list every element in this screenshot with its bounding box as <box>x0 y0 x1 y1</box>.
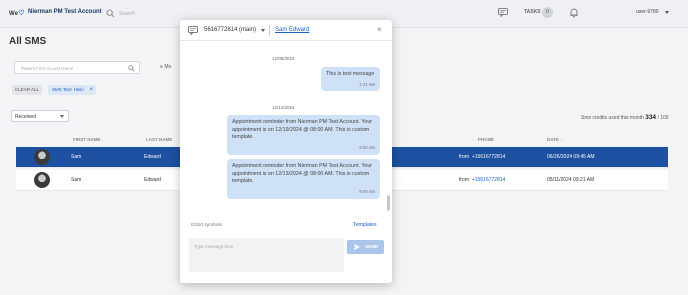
date-cell: 05/11/2024 09:21 AM <box>547 177 595 183</box>
composer-meta: 0/320 symbols Templates <box>180 220 392 232</box>
tasks-label[interactable]: TASKS <box>524 9 541 15</box>
avatar <box>34 172 50 188</box>
date-separator: 12/05/2024 <box>272 56 295 61</box>
user-menu[interactable]: user-9780 <box>636 9 659 15</box>
column-header-last-name[interactable]: LAST NAME <box>146 137 172 142</box>
chat-icon[interactable] <box>498 8 508 17</box>
chat-icon <box>188 26 198 35</box>
send-icon <box>354 244 360 250</box>
date-cell: 06/26/2024 09:45 AM <box>547 154 595 160</box>
message-bubble: Appointment reminder from Nierman PM Tes… <box>227 115 380 155</box>
phone-link[interactable]: +15616772814 <box>472 154 506 160</box>
global-search[interactable]: Search <box>106 7 166 20</box>
message-input[interactable]: Type message here <box>189 238 344 272</box>
message-thread[interactable]: 12/05/2024 This is test message 4:31 AM … <box>180 42 392 214</box>
search-icon <box>128 65 135 72</box>
direction-select-value: Received <box>15 114 36 120</box>
first-name-cell: Sam <box>71 154 82 160</box>
column-header-first-name[interactable]: FIRST NAME <box>73 137 101 142</box>
message-bubble: Appointment reminder from Nierman PM Tes… <box>227 159 380 199</box>
chevron-down-icon <box>60 115 64 118</box>
search-icon <box>106 9 115 18</box>
header-divider <box>269 25 270 36</box>
direction-select[interactable]: Received <box>11 110 69 122</box>
arrow-down-icon: ↓ <box>560 137 563 142</box>
patient-name-filter[interactable]: Patient First or Last Name <box>14 61 140 74</box>
close-icon[interactable]: × <box>377 26 382 34</box>
templates-link[interactable]: Templates <box>353 222 377 228</box>
avatar <box>34 149 50 165</box>
page-title: All SMS <box>9 36 47 47</box>
sender-number-select[interactable]: 5616772814 (main) <box>204 27 256 33</box>
clear-all-button[interactable]: CLEAR ALL <box>12 85 42 95</box>
column-header-date[interactable]: DATE ↓ <box>547 137 562 142</box>
column-header-phone[interactable]: PHONE <box>478 137 494 142</box>
filter-placeholder: Patient First or Last Name <box>21 66 74 71</box>
phone-cell: from +15616772814 <box>459 154 506 160</box>
message-input-placeholder: Type message here <box>194 244 234 249</box>
last-name-cell: Edward <box>144 154 161 160</box>
send-button[interactable]: SEND <box>347 240 384 254</box>
last-name-cell: Edward <box>144 177 161 183</box>
chevron-down-icon[interactable] <box>261 29 265 32</box>
date-separator: 12/12/2024 <box>272 105 295 110</box>
tasks-count-badge: 0 <box>542 7 553 18</box>
close-icon[interactable]: × <box>89 85 93 95</box>
chevron-down-icon[interactable] <box>665 11 669 14</box>
account-name[interactable]: Nierman PM Test Account <box>28 9 102 15</box>
filter-chip-sms-text[interactable]: SMS Text: Hello × <box>48 85 96 95</box>
symbol-counter: 0/320 symbols <box>191 223 222 228</box>
contact-link[interactable]: Sam Edward <box>275 27 309 33</box>
first-name-cell: Sam <box>71 177 82 183</box>
modal-header: 5616772814 (main) Sam Edward × <box>180 20 392 41</box>
app-logo[interactable]: We♡ <box>9 9 25 17</box>
filter-chip-label: SMS Text: Hello <box>52 87 84 92</box>
sms-conversation-modal: 5616772814 (main) Sam Edward × 12/05/202… <box>180 20 392 283</box>
more-filters-button[interactable]: ≡ Mo <box>160 64 171 70</box>
sms-credits: Sms credits used this month 334 / 100 <box>581 114 669 121</box>
phone-link[interactable]: +15616772814 <box>472 177 506 183</box>
bell-icon[interactable] <box>570 8 578 18</box>
message-bubble: This is test message 4:31 AM <box>321 67 380 91</box>
search-placeholder: Search <box>119 10 135 17</box>
heart-icon: ♡ <box>18 10 25 17</box>
thread-scrollbar[interactable] <box>387 195 390 211</box>
phone-cell: from +15616772814 <box>459 177 506 183</box>
